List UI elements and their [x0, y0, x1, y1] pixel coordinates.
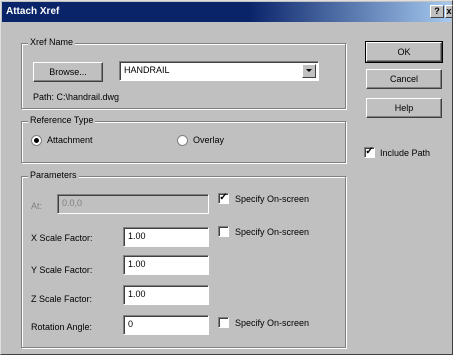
help-icon[interactable]: ? [430, 5, 444, 18]
attachment-radio-label[interactable]: Attachment [47, 135, 93, 145]
window-title: Attach Xref [6, 6, 60, 17]
parameters-group-label: Parameters [28, 170, 79, 180]
x-scale-value: 1.00 [128, 231, 146, 241]
xref-name-group-label: Xref Name [28, 37, 76, 47]
z-scale-field[interactable]: 1.00 [123, 285, 209, 305]
insertion-point-field: 0.0,0 [57, 194, 209, 214]
attachment-radio[interactable] [31, 135, 42, 146]
insertion-specify-label[interactable]: Specify On-screen [235, 194, 309, 204]
title-bar[interactable]: Attach Xref ? x [2, 2, 453, 22]
at-label: At: [31, 201, 43, 211]
overlay-radio-label[interactable]: Overlay [193, 135, 224, 145]
chevron-down-icon[interactable] [302, 64, 316, 78]
close-icon[interactable]: x [445, 5, 453, 18]
rotation-specify-checkbox[interactable] [218, 317, 229, 328]
y-scale-label: Y Scale Factor: [31, 265, 93, 275]
cancel-button-label: Cancel [389, 74, 418, 84]
rotation-value: 0 [128, 319, 134, 329]
ok-button[interactable]: OK [365, 41, 443, 63]
scale-specify-label[interactable]: Specify On-screen [235, 227, 309, 237]
xref-name-combo[interactable]: HANDRAIL [119, 61, 319, 81]
y-scale-value: 1.00 [128, 259, 146, 269]
path-text: Path: C:\handrail.dwg [33, 92, 120, 102]
x-scale-field[interactable]: 1.00 [123, 227, 209, 247]
scale-specify-checkbox[interactable] [218, 226, 229, 237]
help-button-label: Help [394, 103, 414, 113]
include-path-label[interactable]: Include Path [380, 148, 430, 158]
overlay-radio[interactable] [177, 135, 188, 146]
browse-button[interactable]: Browse... [33, 62, 103, 82]
rotation-specify-label[interactable]: Specify On-screen [235, 318, 309, 328]
ok-button-label: OK [397, 47, 411, 57]
insertion-point-value: 0.0,0 [62, 198, 83, 208]
x-scale-label: X Scale Factor: [31, 233, 93, 243]
cancel-button[interactable]: Cancel [366, 69, 442, 89]
reference-type-group-label: Reference Type [28, 115, 96, 125]
y-scale-field[interactable]: 1.00 [123, 255, 209, 275]
insertion-specify-checkbox[interactable]: ✓ [218, 193, 229, 204]
browse-button-label: Browse... [49, 67, 87, 77]
help-button[interactable]: Help [366, 98, 442, 118]
attach-xref-dialog: Attach Xref ? x Xref Name Browse... HAND… [0, 0, 453, 355]
xref-name-value: HANDRAIL [124, 65, 170, 75]
z-scale-value: 1.00 [128, 289, 146, 299]
z-scale-label: Z Scale Factor: [31, 294, 93, 304]
rotation-label: Rotation Angle: [31, 322, 93, 332]
include-path-checkbox[interactable]: ✓ [364, 147, 375, 158]
rotation-field[interactable]: 0 [123, 315, 209, 335]
